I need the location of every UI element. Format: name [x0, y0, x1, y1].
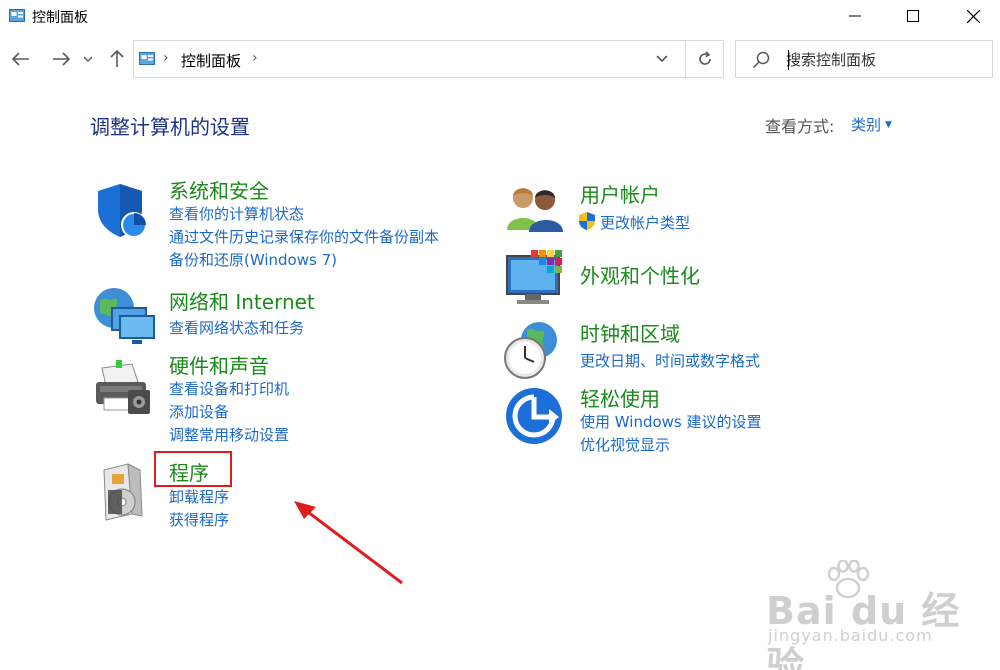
- category-link[interactable]: 查看你的计算机状态: [169, 203, 304, 224]
- chevron-down-icon: [83, 56, 93, 62]
- breadcrumb-separator: ›: [163, 50, 169, 66]
- category-link[interactable]: 更改日期、时间或数字格式: [580, 350, 760, 371]
- category-title[interactable]: 网络和 Internet: [169, 286, 315, 315]
- ease-of-access-icon: [506, 388, 562, 444]
- minimize-icon: [849, 15, 861, 17]
- baidu-watermark: Bai du 经验 jingyan.baidu.com: [740, 560, 980, 670]
- control-panel-icon: [9, 9, 25, 22]
- back-button[interactable]: [8, 46, 34, 72]
- category-link[interactable]: 卸载程序: [169, 486, 229, 507]
- arrow-up-icon: [110, 50, 124, 67]
- category-link[interactable]: 使用 Windows 建议的设置: [580, 411, 762, 432]
- control-panel-icon: [139, 52, 155, 65]
- close-button[interactable]: [942, 0, 1000, 32]
- arrow-left-icon: [12, 52, 29, 66]
- users-icon: [507, 188, 563, 232]
- breadcrumb-separator[interactable]: ›: [252, 50, 258, 66]
- category-link[interactable]: 更改帐户类型: [600, 212, 690, 233]
- maximize-button[interactable]: [882, 0, 944, 32]
- chevron-down-icon[interactable]: [655, 53, 669, 65]
- programs-disc-icon: [103, 463, 143, 521]
- maximize-icon: [907, 10, 919, 22]
- view-by-label: 查看方式:: [765, 117, 835, 136]
- text-caret: [788, 50, 789, 70]
- category-link[interactable]: 调整常用移动设置: [169, 424, 289, 445]
- category-title[interactable]: 硬件和声音: [169, 350, 269, 379]
- annotation-arrow-icon: [294, 501, 403, 585]
- refresh-button[interactable]: [686, 40, 724, 78]
- title-bar: 控制面板: [0, 0, 1000, 34]
- highlight-box: [154, 451, 232, 487]
- category-link[interactable]: 通过文件历史记录保存你的文件备份副本: [169, 226, 439, 247]
- category-link[interactable]: 优化视觉显示: [580, 434, 670, 455]
- up-button[interactable]: [104, 46, 130, 72]
- network-globe-icon: [94, 288, 155, 344]
- category-title[interactable]: 系统和安全: [169, 175, 269, 204]
- search-icon: [752, 51, 770, 69]
- recent-locations-button[interactable]: [78, 46, 98, 72]
- address-bar[interactable]: › 控制面板 ›: [133, 40, 686, 78]
- search-input[interactable]: [786, 49, 986, 71]
- category-link[interactable]: 添加设备: [169, 401, 229, 422]
- caret-down-icon: ▼: [885, 120, 892, 130]
- view-mode-value: 类别: [851, 116, 882, 134]
- close-icon: [966, 9, 980, 23]
- search-box[interactable]: [735, 40, 993, 78]
- watermark-sub: jingyan.baidu.com: [768, 626, 933, 645]
- refresh-icon: [698, 51, 711, 65]
- category-title[interactable]: 时钟和区域: [580, 318, 680, 347]
- category-link[interactable]: 查看网络状态和任务: [169, 317, 304, 338]
- category-link[interactable]: 备份和还原(Windows 7): [169, 249, 337, 270]
- uac-shield-icon: [579, 212, 595, 230]
- page-title: 调整计算机的设置: [90, 115, 250, 139]
- view-mode-dropdown[interactable]: 类别 ▼: [851, 114, 892, 135]
- category-title[interactable]: 外观和个性化: [580, 260, 700, 289]
- forward-button[interactable]: [48, 46, 74, 72]
- window-title: 控制面板: [32, 10, 88, 26]
- category-link[interactable]: 获得程序: [169, 509, 229, 530]
- watermark-main: Bai du 经验: [766, 589, 961, 670]
- breadcrumb-item[interactable]: 控制面板: [181, 50, 241, 71]
- printer-icon: [96, 360, 150, 414]
- category-title[interactable]: 轻松使用: [580, 383, 660, 412]
- arrow-right-icon: [53, 52, 70, 66]
- category-title[interactable]: 用户帐户: [580, 179, 660, 208]
- minimize-button[interactable]: [824, 0, 886, 32]
- monitor-palette-icon: [506, 250, 562, 304]
- clock-globe-icon: [504, 322, 557, 379]
- category-link[interactable]: 查看设备和打印机: [169, 378, 289, 399]
- shield-icon: [98, 184, 147, 238]
